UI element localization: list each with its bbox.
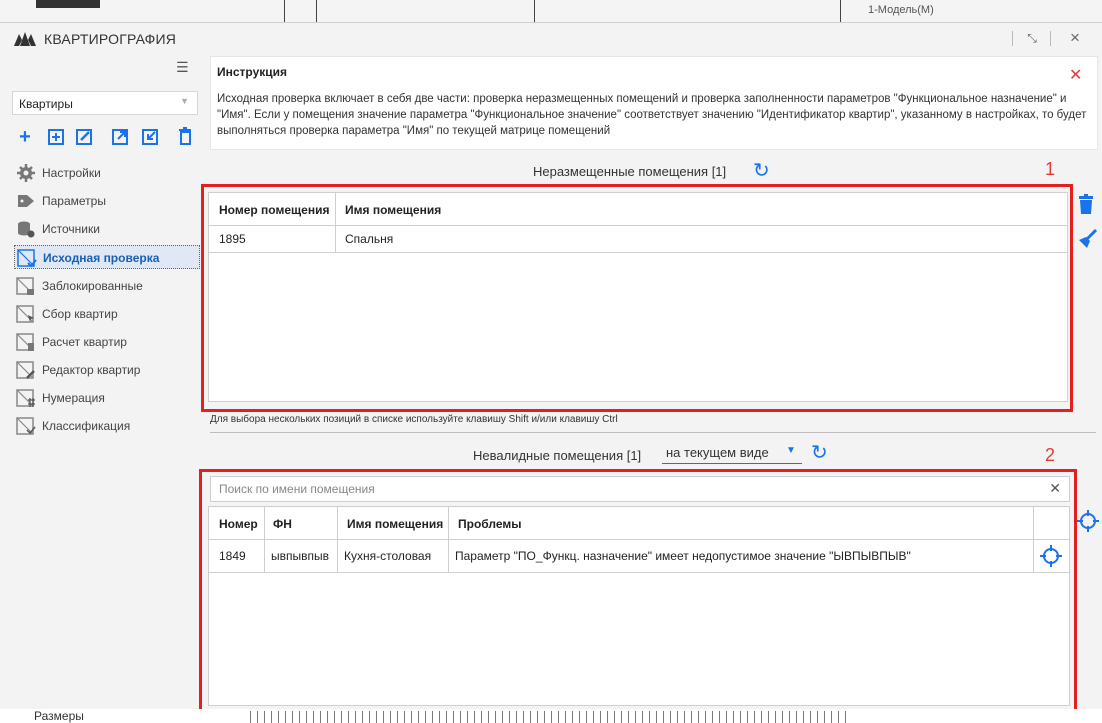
sidebar-item-label: Заблокированные	[42, 279, 143, 293]
instruction-title: Инструкция	[217, 65, 288, 79]
section-divider	[210, 432, 1096, 433]
app-logo-icon	[14, 32, 36, 46]
title-bar: КВАРТИРОГРАФИЯ ⤡ ×	[0, 23, 1102, 53]
sidebar-item-label: Сбор квартир	[42, 307, 118, 321]
refresh-icon[interactable]: ↻	[811, 443, 828, 463]
unplaced-title: Неразмещенные помещения [1]	[533, 164, 727, 179]
entity-dropdown[interactable]: Квартиры ▼	[12, 91, 198, 115]
chevron-down-icon: ▼	[786, 445, 796, 456]
highlight-frame	[199, 469, 1077, 716]
sidebar-item-calculate[interactable]: Расчет квартир	[14, 330, 200, 354]
host-grid-line	[534, 0, 535, 22]
host-model-label[interactable]: 1-Модель(M)	[868, 4, 934, 16]
add-icon[interactable]: +	[14, 126, 36, 148]
annotation-marker: 1	[1045, 159, 1056, 179]
delete-icon[interactable]	[174, 126, 196, 148]
host-grid-line	[840, 0, 841, 22]
sidebar-item-label: Редактор квартир	[42, 363, 141, 377]
edit-icon[interactable]	[74, 126, 96, 148]
scope-value: на текущем виде	[666, 445, 769, 460]
chevron-down-icon: ▼	[180, 96, 189, 106]
sidebar-item-collect[interactable]: Сбор квартир	[14, 302, 200, 326]
sidebar-item-numbering[interactable]: Нумерация	[14, 386, 200, 410]
instruction-text: Исходная проверка включает в себя две ча…	[217, 93, 1087, 137]
kvartirografiya-panel: КВАРТИРОГРАФИЯ ⤡ × ☰ Квартиры ▼ + Настро…	[0, 22, 1102, 716]
menu-collapse-icon[interactable]: ☰	[176, 59, 196, 75]
lock-plan-icon	[16, 277, 34, 295]
trash-icon[interactable]	[1078, 194, 1096, 214]
sidebar-item-label: Исходная проверка	[43, 251, 160, 265]
host-app-bottom-strip: Размеры	[0, 709, 1102, 723]
host-thumbnail	[36, 0, 100, 8]
scope-dropdown[interactable]: на текущем виде ▼	[662, 443, 802, 464]
broom-icon[interactable]	[1076, 228, 1098, 250]
cursor-plan-icon	[16, 305, 34, 323]
host-grid-line	[316, 0, 317, 22]
highlight-frame	[201, 184, 1073, 412]
hash-plan-icon	[16, 389, 35, 407]
host-drawing-hatch	[250, 711, 850, 723]
host-grid-line	[284, 0, 285, 22]
collapse-icon[interactable]: ⤡	[1022, 28, 1042, 48]
host-bottom-label: Размеры	[34, 709, 84, 723]
sidebar-item-initial-check[interactable]: Исходная проверка	[14, 245, 200, 269]
sidebar-item-label: Классификация	[42, 419, 131, 433]
host-app-header-strip: 1-Модель(M)	[0, 0, 1102, 23]
dropdown-value: Квартиры	[19, 97, 73, 111]
sidebar-item-label: Нумерация	[42, 391, 105, 405]
sidebar-item-label: Параметры	[42, 194, 106, 208]
import-icon[interactable]	[140, 126, 162, 148]
gear-icon	[17, 164, 35, 182]
sidebar-item-parameters[interactable]: Параметры	[14, 189, 200, 213]
refresh-icon[interactable]: ↻	[753, 161, 770, 181]
close-icon[interactable]: ×	[1064, 27, 1086, 49]
invalid-title: Невалидные помещения [1]	[473, 448, 642, 463]
check-plan-icon	[17, 249, 37, 268]
sidebar-item-classification[interactable]: Классификация	[14, 414, 200, 438]
add-square-icon[interactable]	[46, 126, 68, 148]
sidebar-item-editor[interactable]: Редактор квартир	[14, 358, 200, 382]
locate-all-icon[interactable]	[1076, 509, 1100, 533]
database-icon	[18, 221, 35, 238]
sidebar-item-label: Настройки	[42, 166, 101, 180]
tag-icon	[18, 195, 34, 207]
edit-plan-icon	[16, 361, 35, 379]
close-icon[interactable]: ✕	[1069, 65, 1082, 85]
instruction-box: Инструкция ✕ Исходная проверка включает …	[210, 56, 1098, 150]
sidebar-item-settings[interactable]: Настройки	[14, 161, 200, 185]
sidebar-item-sources[interactable]: Источники	[14, 217, 200, 241]
calc-plan-icon	[16, 333, 34, 351]
classify-plan-icon	[16, 417, 36, 435]
title-separator	[1050, 31, 1051, 46]
export-icon[interactable]	[110, 126, 132, 148]
sidebar-item-label: Источники	[42, 222, 100, 236]
sidebar-item-label: Расчет квартир	[42, 335, 127, 349]
sidebar-item-locked[interactable]: Заблокированные	[14, 274, 200, 298]
title-separator	[1012, 31, 1013, 46]
app-title: КВАРТИРОГРАФИЯ	[44, 31, 177, 47]
selection-hint: Для выбора нескольких позиций в списке и…	[210, 414, 618, 425]
annotation-marker: 2	[1045, 445, 1056, 465]
